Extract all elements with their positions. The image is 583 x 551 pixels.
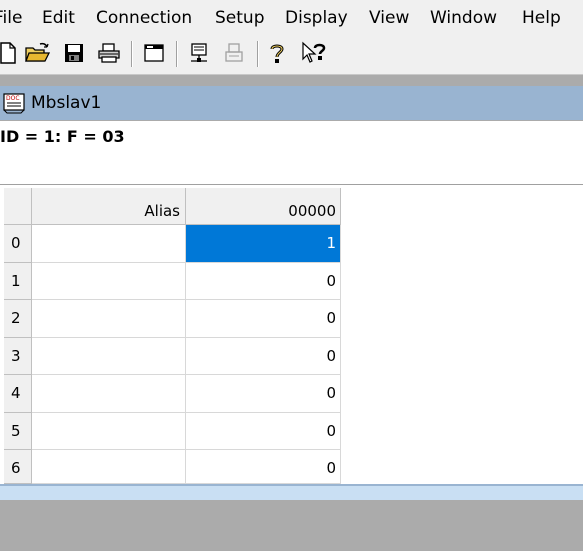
row-header[interactable]: 0 [4,225,32,263]
column-header-address[interactable]: 00000 [186,188,341,225]
alias-cell[interactable] [32,300,186,338]
alias-cell[interactable] [32,263,186,300]
menu-edit[interactable]: Edit [42,8,75,28]
open-folder-icon[interactable] [24,38,52,68]
print-icon[interactable] [95,38,123,68]
alias-cell[interactable] [32,450,186,484]
document-title-bar[interactable]: DOC Mbslav1 [0,86,583,120]
menu-setup[interactable]: Setup [215,8,264,28]
column-header-alias[interactable]: Alias [32,188,186,225]
alias-cell[interactable] [32,338,186,375]
row-header[interactable]: 4 [4,375,32,413]
menu-file[interactable]: File [0,8,22,28]
value-cell[interactable]: 0 [186,263,341,300]
menu-view[interactable]: View [369,8,409,28]
window-icon[interactable] [140,38,168,68]
document-window-frame [0,484,583,500]
row-header[interactable]: 1 [4,263,32,300]
grid-corner-cell[interactable] [4,188,32,225]
save-icon[interactable] [60,38,88,68]
context-help-icon[interactable] [300,38,328,68]
menu-window[interactable]: Window [430,8,497,28]
menu-help[interactable]: Help [522,8,561,28]
value-cell[interactable]: 0 [186,300,341,338]
svg-text:DOC: DOC [6,95,20,102]
alias-cell[interactable] [32,413,186,450]
value-cell[interactable]: 1 [186,225,341,263]
status-text: ID = 1: F = 03 [0,127,125,146]
toolbar-separator [257,41,259,67]
status-line: ID = 1: F = 03 [0,121,583,185]
alias-cell[interactable] [32,225,186,263]
register-grid: Alias 00000 0 1 1 0 2 0 3 0 4 0 5 0 6 0 [0,185,583,484]
menu-connection[interactable]: Connection [96,8,192,28]
connect-icon[interactable] [185,38,213,68]
document-icon: DOC [2,92,26,118]
value-cell[interactable]: 0 [186,450,341,484]
toolbar [0,36,583,75]
value-cell[interactable]: 0 [186,338,341,375]
toolbar-separator [176,41,178,67]
menu-display[interactable]: Display [285,8,348,28]
help-icon[interactable] [263,38,291,68]
row-header[interactable]: 3 [4,338,32,375]
row-header[interactable]: 5 [4,413,32,450]
alias-cell[interactable] [32,375,186,413]
disconnect-icon[interactable] [220,38,248,68]
value-cell[interactable]: 0 [186,413,341,450]
new-file-icon[interactable] [0,38,22,68]
menu-bar: File Edit Connection Setup Display View … [0,0,583,36]
value-cell[interactable]: 0 [186,375,341,413]
toolbar-separator [131,41,133,67]
document-title: Mbslav1 [31,93,102,113]
row-header[interactable]: 6 [4,450,32,484]
row-header[interactable]: 2 [4,300,32,338]
